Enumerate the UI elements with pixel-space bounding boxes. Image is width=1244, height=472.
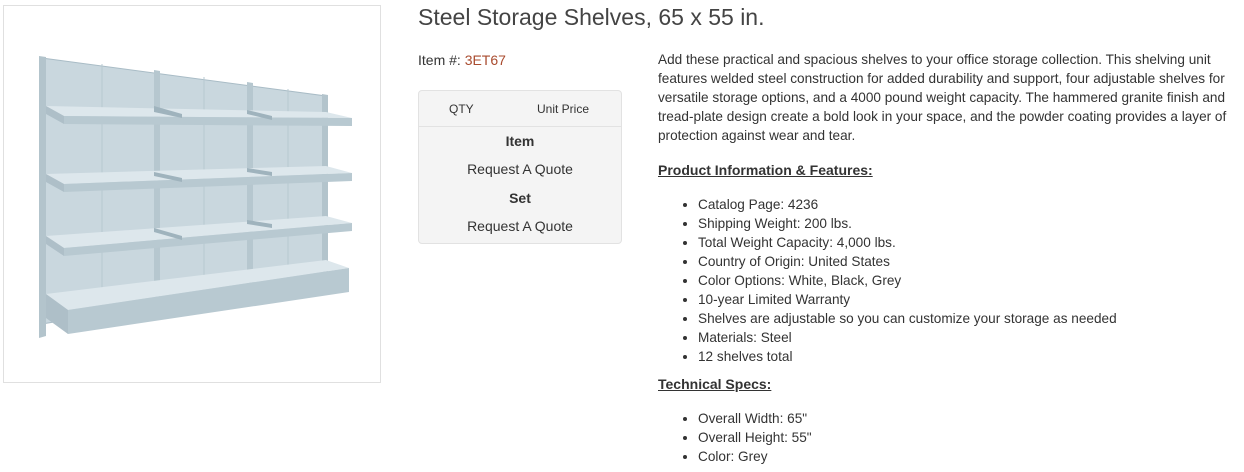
item-number-label: Item #: <box>418 52 461 68</box>
list-item: 10-year Limited Warranty <box>698 290 1117 309</box>
tech-specs-heading: Technical Specs: <box>658 376 772 392</box>
list-item: Shipping Weight: 200 lbs. <box>698 214 1117 233</box>
product-title: Steel Storage Shelves, 65 x 55 in. <box>418 4 765 30</box>
list-item: Overall Height: 55" <box>698 428 812 447</box>
list-item: Materials: Steel <box>698 328 1117 347</box>
list-item: 12 shelves total <box>698 347 1117 366</box>
product-image[interactable] <box>3 5 381 383</box>
item-number: Item #: 3ET67 <box>418 52 506 68</box>
price-table-header: QTY Unit Price <box>419 91 621 127</box>
list-item: Country of Origin: United States <box>698 252 1117 271</box>
shelving-unit-image <box>39 56 352 338</box>
features-list: Catalog Page: 4236 Shipping Weight: 200 … <box>684 195 1117 366</box>
tech-specs-list: Overall Width: 65" Overall Height: 55" C… <box>684 409 812 466</box>
list-item: Color Options: White, Black, Grey <box>698 271 1117 290</box>
request-quote-set[interactable]: Request A Quote <box>419 212 621 241</box>
item-number-value: 3ET67 <box>464 52 506 68</box>
features-heading: Product Information & Features: <box>658 162 873 178</box>
request-quote-item[interactable]: Request A Quote <box>419 155 621 184</box>
unit-price-header: Unit Price <box>537 102 590 116</box>
price-row-label-item: Item <box>505 133 535 149</box>
product-description: Add these practical and spacious shelves… <box>658 52 1227 143</box>
price-row-label-set: Set <box>509 190 531 206</box>
qty-header: QTY <box>449 102 474 116</box>
list-item: Overall Width: 65" <box>698 409 812 428</box>
list-item: Total Weight Capacity: 4,000 lbs. <box>698 233 1117 252</box>
list-item: Shelves are adjustable so you can custom… <box>698 309 1117 328</box>
list-item: Catalog Page: 4236 <box>698 195 1117 214</box>
price-table: QTY Unit Price Item Request A Quote Set … <box>418 90 622 244</box>
list-item: Color: Grey <box>698 447 812 466</box>
